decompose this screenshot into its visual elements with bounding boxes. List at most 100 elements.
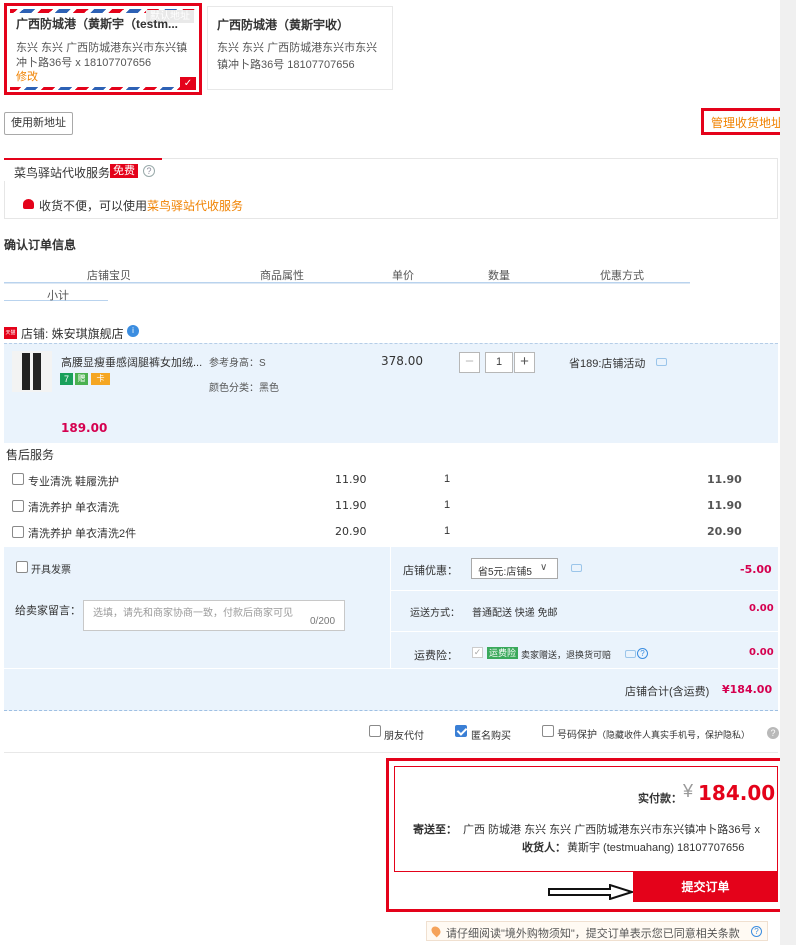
new-address-button[interactable]: 使用新地址 [4,112,73,135]
tmall-badge: 天猫 [4,327,17,339]
wangwang-chat-icon[interactable]: i [127,325,139,337]
message-textarea[interactable]: 选填，请先和商家协商一致，付款后商家可见 0/200 [83,600,345,631]
quantity-plus-button[interactable]: + [514,352,535,373]
submit-order-button[interactable]: 提交订单 [633,872,778,902]
address-detail: 东兴 东兴 广西防城港东兴市东兴镇冲卜路36号 18107707656 [217,42,378,71]
shop-discount-select[interactable]: 省5元:店铺5 ∨ [471,558,558,579]
promo-text: 省189:店铺活动 [569,358,646,370]
shop-total-value: ¥184.00 [722,683,773,696]
insurance-label: 运费险： [414,650,458,662]
product-subtotal: 189.00 [61,421,108,435]
service-qty: 1 [444,499,451,511]
free-badge: 免费 [110,164,138,178]
shop-discount-value: 省5元:店铺5 [478,567,532,578]
service-label: 清洗养护 单衣清洗2件 [28,528,137,540]
service-checkbox[interactable] [12,473,24,485]
edit-address-link[interactable]: 修改 [16,68,38,84]
invoice-checkbox[interactable] [16,561,28,573]
unit-price: 378.00 [381,354,423,368]
chevron-down-icon: ∨ [540,562,548,573]
shipping-label: 运送方式： [410,608,460,619]
options-h-divider-2 [391,631,778,632]
friend-pay-label: 朋友代付 [384,731,424,742]
service-label: 清洗养护 单衣清洗 [28,502,120,514]
selected-check-icon: ✓ [180,77,196,90]
message-label: 给卖家留言： [15,605,81,617]
product-thumbnail[interactable] [12,351,52,392]
insurance-price: 0.00 [749,647,774,658]
receiver-label: 收货人： [522,842,566,854]
help-icon[interactable]: ? [143,165,155,177]
service-qty: 1 [444,473,451,485]
quantity-input[interactable]: 1 [485,352,513,373]
invoice-label: 开具发票 [31,565,71,576]
cainiao-notice: 收货不便，可以使用菜鸟驿站代收服务 [39,197,243,214]
options-h-divider-1 [391,590,778,591]
address-title: 广西防城港（黄斯宇（testm... [16,17,179,31]
number-protect-text: 号码保护 [557,730,597,741]
options-h-divider-3 [4,668,778,669]
anonymous-checkbox[interactable] [455,725,467,737]
receiver-info: 黄斯宇 (testmuahang) 18107707656 [567,842,745,854]
arrow-annotation-icon [548,883,636,901]
discount-info-icon[interactable] [571,564,582,572]
message-counter: 0/200 [310,616,336,627]
friend-pay-checkbox[interactable] [369,725,381,737]
insurance-text: 卖家赠送，退换货可赔 [521,650,612,660]
agreement-text[interactable]: 请仔细阅读"境外购物须知"，提交订单表示您已同意相关条款 [446,925,740,941]
shop-total-label: 店铺合计(含运费) [625,686,710,698]
number-protect-label: 号码保护（隐藏收件人真实手机号，保护隐私） [557,726,750,741]
help-icon[interactable]: ? [767,727,779,739]
column-header-shop-item: 店铺宝贝 [87,270,131,282]
product-badge-card: 卡 [91,373,110,385]
manage-address-link[interactable]: 管理收货地址 [711,114,783,131]
quantity-minus-button[interactable]: − [459,352,480,373]
insurance-info-icon[interactable] [625,650,636,658]
pay-currency: ¥ [683,781,694,801]
service-qty: 1 [444,525,451,537]
agreement-help-icon[interactable]: ? [751,926,762,937]
service-label: 专业清洗 鞋履洗护 [28,476,120,488]
column-header-unit-price: 单价 [392,270,414,282]
service-total: 20.90 [707,525,742,538]
shipping-price: 0.00 [749,603,774,614]
number-protect-checkbox[interactable] [542,725,554,737]
service-price: 20.90 [335,525,367,538]
message-placeholder: 选填，请先和商家协商一致，付款后商家可见 [93,608,293,619]
product-name[interactable]: 高腰显瘦垂感阔腿裤女加绒... [61,354,202,370]
address-card-selected[interactable]: 默认地址 广西防城港（黄斯宇（testm... 东兴 东兴 广西防城港东兴市东兴… [4,3,202,95]
number-protect-note: （隐藏收件人真实手机号，保护隐私） [597,730,751,740]
ship-to-label: 寄送至： [413,824,457,836]
address-card-stripe-bottom [10,87,196,90]
cainiao-service-link[interactable]: 菜鸟驿站代收服务 [147,199,243,213]
divider [4,752,778,753]
scrollbar[interactable] [780,0,796,945]
column-header-attributes: 商品属性 [260,270,304,282]
service-row: 专业清洗 鞋履洗护 11.90 1 11.90 清洗养护 单衣清洗 11.90 … [4,467,778,545]
pay-amount: 184.00 [698,781,776,805]
anonymous-label: 匿名购买 [471,731,511,742]
service-checkbox[interactable] [12,526,24,538]
service-price: 11.90 [335,499,367,512]
insurance-help-icon[interactable]: ? [637,648,648,659]
column-header-subtotal: 小计 [47,290,69,302]
ship-to-address: 广西 防城港 东兴 东兴 广西防城港东兴市东兴镇冲卜路36号 x [463,824,761,836]
divider [4,283,690,284]
pay-label: 实付款： [638,793,682,805]
service-price: 11.90 [335,473,367,486]
product-badge-gift: 赠 [75,373,88,385]
shop-discount-amount: -5.00 [740,563,772,576]
insurance-badge: 运费险 [487,647,519,659]
insurance-checkbox[interactable]: ✓ [472,647,483,658]
shop-name[interactable]: 店铺: 姝安琪旗舰店 [21,325,124,342]
service-checkbox[interactable] [12,500,24,512]
column-header-promo: 优惠方式 [600,270,644,282]
product-badge-7day: 7 [60,373,73,385]
cainiao-notice-text: 收货不便，可以使用 [39,199,148,213]
address-title: 广西防城港（黄斯宇收） [217,18,350,32]
options-vertical-divider [390,547,391,668]
cainiao-station-icon [23,199,34,209]
service-total: 11.90 [707,499,742,512]
address-card[interactable]: 广西防城港（黄斯宇收） 东兴 东兴 广西防城港东兴市东兴镇冲卜路36号 1810… [207,6,393,90]
promo-info-icon[interactable] [656,358,667,366]
